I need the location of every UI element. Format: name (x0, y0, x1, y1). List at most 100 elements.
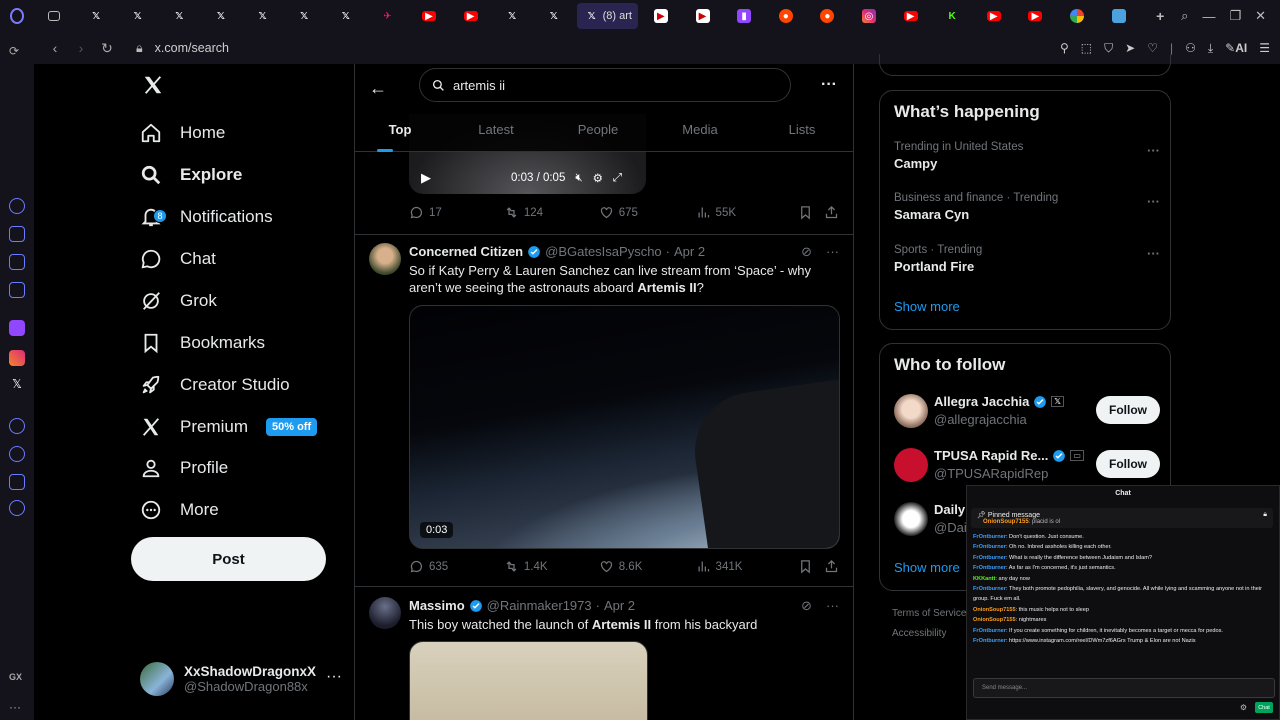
search-tabs-icon[interactable]: ⌕ (1181, 8, 1188, 24)
trend-item[interactable]: Business and finance · Trending Samara C… (894, 192, 1160, 222)
tweet-author-handle[interactable]: @Rainmaker1973 (487, 598, 592, 613)
reply-button[interactable]: 635 (409, 559, 504, 574)
gx-icon[interactable]: GX (9, 672, 25, 688)
views-button[interactable]: 55K (696, 205, 799, 220)
mail-icon[interactable] (9, 282, 25, 298)
minimize-icon[interactable]: — (1202, 9, 1215, 24)
twitch-icon[interactable] (9, 320, 25, 336)
tab-top[interactable]: Top (355, 110, 445, 152)
nav-grok[interactable]: Grok (140, 281, 217, 321)
ai-button[interactable]: ✎AI (1225, 41, 1247, 55)
tweet-date[interactable]: Apr 2 (674, 244, 705, 259)
trend-item[interactable]: Sports · Trending Portland Fire ··· (894, 244, 1160, 274)
tab-app[interactable]: ▶ (682, 0, 724, 32)
tab-x[interactable]: 𝕏 (283, 0, 325, 32)
tab-active-x-search[interactable]: 𝕏 (8) art (576, 3, 639, 29)
tweet-author-name[interactable]: Massimo (409, 598, 465, 613)
settings-icon[interactable]: ⚙ (593, 171, 603, 185)
more-dots-icon[interactable]: ··· (821, 76, 837, 94)
show-more-link[interactable]: Show more (894, 299, 960, 314)
tab-x[interactable]: 𝕏 (200, 0, 242, 32)
player-icon[interactable] (9, 418, 25, 434)
tab-lists[interactable]: Lists (751, 110, 853, 152)
search-input[interactable] (453, 77, 753, 93)
nav-chat[interactable]: Chat (140, 239, 216, 279)
tab-kick[interactable]: K (931, 0, 973, 32)
more-dots-icon[interactable]: ··· (1147, 246, 1160, 261)
repost-button[interactable]: 124 (504, 205, 599, 220)
close-window-icon[interactable]: ✕ (1255, 8, 1266, 24)
tab-x[interactable]: 𝕏 (533, 0, 575, 32)
follow-suggestion[interactable]: Allegra Jacchia 𝕏 @allegrajacchia Follow (894, 394, 1160, 438)
nav-explore[interactable]: Explore (140, 155, 242, 195)
play-icon[interactable]: ▶ (421, 170, 431, 186)
tab-x[interactable]: 𝕏 (159, 0, 201, 32)
footer-terms-link[interactable]: Terms of Service (892, 608, 966, 619)
tweet[interactable]: Concerned Citizen @BGatesIsaPyscho · Apr… (355, 234, 853, 586)
instagram-icon[interactable] (9, 350, 25, 366)
tab-youtube[interactable]: ▶ (973, 0, 1015, 32)
menu-icon[interactable]: ☰ (1259, 41, 1270, 55)
reply-button[interactable]: 17 (409, 205, 504, 220)
tweet-date[interactable]: Apr 2 (604, 598, 635, 613)
show-more-link[interactable]: Show more (894, 560, 960, 575)
back-arrow-icon[interactable]: ← (369, 78, 387, 99)
grok-icon[interactable]: ⊘ (801, 598, 812, 614)
search-box[interactable] (419, 68, 791, 102)
tab-gaming[interactable] (34, 0, 76, 32)
pin-icon[interactable]: ⚲ (1060, 41, 1069, 55)
tab-twitch[interactable]: ▮ (723, 0, 765, 32)
nav-creator-studio[interactable]: Creator Studio (140, 365, 290, 405)
tab-x[interactable]: 𝕏 (491, 0, 533, 32)
reload-icon[interactable]: ↻ (96, 40, 118, 57)
tweet[interactable]: Massimo @Rainmaker1973 · Apr 2 ⊘ ··· Thi… (355, 586, 853, 720)
tab-youtube[interactable]: ▶ (890, 0, 932, 32)
tab-reddit[interactable]: ● (765, 0, 807, 32)
mute-icon[interactable]: 🔇︎ (575, 172, 582, 185)
tweet-video[interactable] (409, 641, 648, 720)
more-dots-icon[interactable]: ··· (326, 668, 342, 686)
tab-app[interactable]: ✈ (367, 0, 409, 32)
avatar[interactable] (894, 394, 928, 428)
nav-bookmarks[interactable]: Bookmarks (140, 323, 265, 363)
tab-youtube[interactable]: ▶ (450, 0, 492, 32)
more-dots-icon[interactable]: ··· (9, 700, 25, 716)
snapshot-icon[interactable]: ⬚ (1081, 41, 1092, 55)
download-icon[interactable]: ⤓ (1208, 41, 1213, 56)
tab-media[interactable]: Media (649, 110, 751, 152)
opera-logo-icon[interactable] (0, 8, 34, 24)
nav-profile[interactable]: Profile (140, 448, 228, 488)
tab-app[interactable]: ▶ (640, 0, 682, 32)
heart-icon[interactable]: ♡ (1147, 41, 1158, 55)
tab-x[interactable]: 𝕏 (117, 0, 159, 32)
bookmark-button[interactable] (798, 559, 824, 574)
tab-x[interactable]: 𝕏 (325, 0, 367, 32)
tab-instagram[interactable]: ◎ (848, 0, 890, 32)
post-button[interactable]: Post (131, 537, 326, 581)
bookmark-button[interactable] (798, 205, 824, 220)
tab-x[interactable]: 𝕏 (242, 0, 284, 32)
more-dots-icon[interactable]: ··· (826, 244, 839, 260)
fullscreen-icon[interactable]: ⤢ (613, 172, 622, 185)
trend-item[interactable]: Trending in United States Campy ··· (894, 141, 1160, 171)
follow-button[interactable]: Follow (1096, 450, 1160, 478)
avatar[interactable] (894, 448, 928, 482)
avatar[interactable] (894, 502, 928, 536)
avatar[interactable] (369, 243, 401, 275)
tab-google[interactable] (1056, 0, 1098, 32)
x-icon[interactable]: 𝕏 (9, 377, 25, 393)
views-button[interactable]: 341K (696, 559, 799, 574)
tab-reddit[interactable]: ● (807, 0, 849, 32)
x-logo-icon[interactable] (142, 74, 164, 96)
chat-input[interactable]: Send message... (973, 678, 1275, 698)
tab-people[interactable]: People (547, 110, 649, 152)
more-dots-icon[interactable]: ··· (1147, 194, 1160, 209)
nav-more[interactable]: More (140, 490, 219, 530)
tweet-author-name[interactable]: Concerned Citizen (409, 244, 523, 259)
tab-latest[interactable]: Latest (445, 110, 547, 152)
tab-app[interactable] (1098, 0, 1140, 32)
reload-icon[interactable]: ⟳ (9, 44, 25, 60)
nav-home[interactable]: Home (140, 113, 225, 153)
tweet-video[interactable]: 0:03 (409, 305, 840, 549)
pinned-message[interactable]: 📌︎ Pinned message 🔒︎ OnionSoup7155: plac… (971, 508, 1273, 528)
